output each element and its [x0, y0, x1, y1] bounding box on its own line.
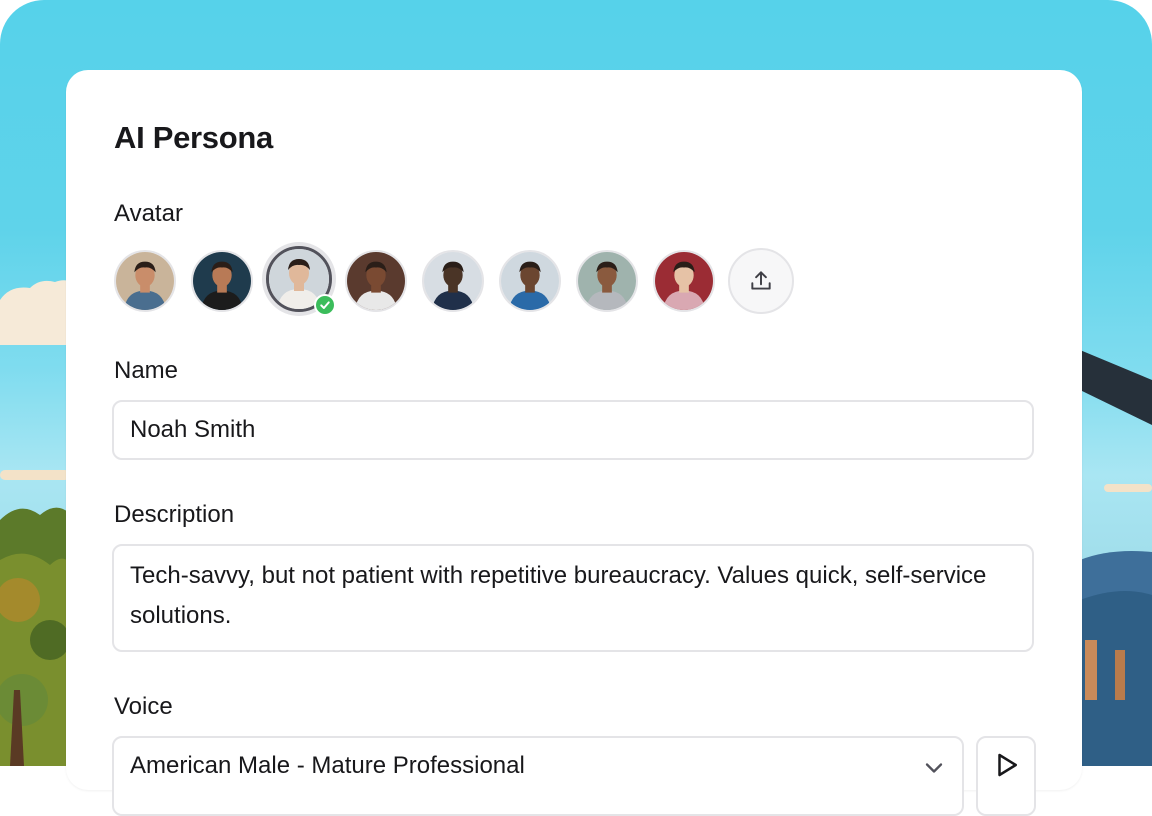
avatar-7[interactable]: [576, 250, 638, 312]
avatar-photo: [347, 252, 405, 310]
description-label: Description: [114, 501, 235, 528]
avatar-1[interactable]: [114, 250, 176, 312]
avatar-6[interactable]: [499, 250, 561, 312]
selected-check-icon: [314, 294, 336, 316]
upload-icon: [751, 271, 771, 290]
avatar-photo: [501, 252, 559, 310]
play-voice-button[interactable]: [976, 736, 1036, 816]
avatar-photo: [193, 252, 251, 310]
avatar-2[interactable]: [191, 250, 253, 312]
avatar-photo: [655, 252, 713, 310]
avatar-8[interactable]: [653, 250, 715, 312]
name-label: Name: [114, 357, 179, 384]
upload-avatar-button[interactable]: [728, 248, 794, 314]
description-value: Tech-savvy, but not patient with repetit…: [130, 562, 987, 629]
avatar-label: Avatar: [114, 200, 183, 227]
name-input-value: Noah Smith: [130, 416, 256, 443]
ai-persona-card: AI Persona Avatar Name Noah Smith Descri…: [66, 70, 1082, 816]
play-icon: [998, 753, 1017, 777]
chevron-down-icon: [925, 763, 943, 773]
voice-label: Voice: [114, 693, 173, 720]
card-title: AI Persona: [114, 120, 273, 155]
name-input[interactable]: Noah Smith: [112, 400, 1034, 460]
avatar-photo: [116, 252, 174, 310]
avatar-photo: [578, 252, 636, 310]
avatar-4[interactable]: [345, 250, 407, 312]
avatar-picker: [114, 246, 794, 316]
voice-select[interactable]: American Male - Mature Professional: [112, 736, 964, 816]
avatar-5[interactable]: [422, 250, 484, 312]
avatar-photo: [424, 252, 482, 310]
description-textarea[interactable]: Tech-savvy, but not patient with repetit…: [112, 544, 1034, 652]
